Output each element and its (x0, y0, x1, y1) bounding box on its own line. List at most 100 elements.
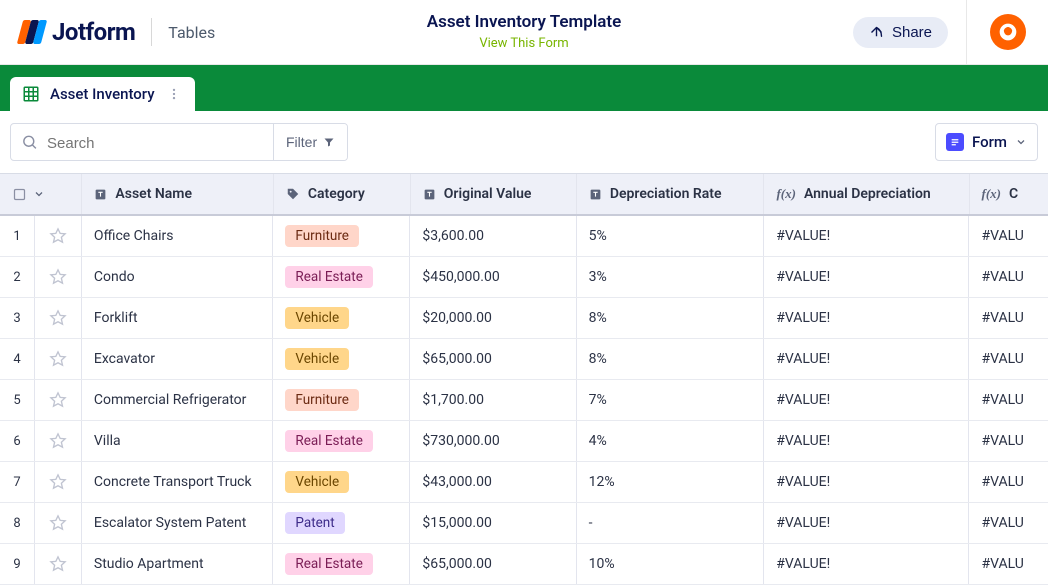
grid-icon (22, 85, 40, 103)
chevron-down-icon[interactable] (33, 188, 45, 200)
cell-category[interactable]: Furniture (273, 216, 410, 256)
cell-asset-name[interactable]: Escalator System Patent (82, 503, 274, 543)
cell-annual-depreciation[interactable]: #VALUE! (764, 216, 969, 256)
tab-asset-inventory[interactable]: Asset Inventory (10, 77, 195, 111)
cell-original-value[interactable]: $3,600.00 (410, 216, 576, 256)
cell-depreciation-rate[interactable]: 4% (577, 421, 765, 461)
cell-current[interactable]: #VALU (969, 462, 1048, 502)
row-index: 2 (0, 257, 35, 297)
view-form-link[interactable]: View This Form (479, 36, 568, 51)
text-column-icon (589, 188, 602, 201)
cell-asset-name[interactable]: Office Chairs (82, 216, 274, 256)
col-header-category[interactable]: Category (274, 174, 411, 214)
cell-depreciation-rate[interactable]: 10% (577, 544, 765, 584)
cell-category[interactable]: Patent (273, 503, 410, 543)
star-button[interactable] (35, 257, 82, 297)
formula-column-icon: f(x) (982, 186, 1002, 202)
cell-current[interactable]: #VALU (969, 380, 1048, 420)
cell-annual-depreciation[interactable]: #VALUE! (764, 503, 969, 543)
cell-depreciation-rate[interactable]: 3% (577, 257, 765, 297)
row-index: 7 (0, 462, 35, 502)
cell-category[interactable]: Real Estate (273, 544, 410, 584)
cell-original-value[interactable]: $20,000.00 (410, 298, 576, 338)
cell-original-value[interactable]: $730,000.00 (410, 421, 576, 461)
cell-asset-name[interactable]: Concrete Transport Truck (82, 462, 274, 502)
cell-current[interactable]: #VALU (969, 298, 1048, 338)
row-index: 6 (0, 421, 35, 461)
cell-annual-depreciation[interactable]: #VALUE! (764, 339, 969, 379)
star-button[interactable] (35, 544, 82, 584)
avatar[interactable] (990, 14, 1026, 50)
cell-asset-name[interactable]: Excavator (82, 339, 274, 379)
cell-current[interactable]: #VALU (969, 421, 1048, 461)
cell-annual-depreciation[interactable]: #VALUE! (764, 544, 969, 584)
star-button[interactable] (35, 216, 82, 256)
divider (151, 18, 152, 46)
table-row[interactable]: 3 ForkliftVehicle$20,000.008%#VALUE!#VALU (0, 298, 1048, 339)
filter-button[interactable]: Filter (273, 124, 347, 160)
cell-category[interactable]: Real Estate (273, 257, 410, 297)
cell-current[interactable]: #VALU (969, 544, 1048, 584)
cell-current[interactable]: #VALU (969, 503, 1048, 543)
cell-asset-name[interactable]: Studio Apartment (82, 544, 274, 584)
table-row[interactable]: 1Office ChairsFurniture$3,600.005%#VALUE… (0, 216, 1048, 257)
cell-depreciation-rate[interactable]: 7% (577, 380, 765, 420)
col-header-original-value[interactable]: Original Value (411, 174, 577, 214)
cell-current[interactable]: #VALU (969, 216, 1048, 256)
star-button[interactable] (35, 380, 82, 420)
star-button[interactable] (35, 503, 82, 543)
checkbox-icon[interactable] (12, 187, 27, 202)
cell-annual-depreciation[interactable]: #VALUE! (764, 298, 969, 338)
cell-asset-name[interactable]: Commercial Refrigerator (82, 380, 274, 420)
share-button[interactable]: Share (853, 17, 948, 48)
cell-depreciation-rate[interactable]: 8% (577, 298, 765, 338)
table-row[interactable]: 9Studio ApartmentReal Estate$65,000.0010… (0, 544, 1048, 585)
cell-category[interactable]: Vehicle (273, 339, 410, 379)
form-view-dropdown[interactable]: Form (935, 123, 1038, 161)
col-header-annual-depreciation[interactable]: f(x) Annual Depreciation (764, 174, 969, 214)
cell-category[interactable]: Furniture (273, 380, 410, 420)
col-header-depreciation-rate[interactable]: Depreciation Rate (577, 174, 765, 214)
col-header-current[interactable]: f(x) C (970, 174, 1048, 214)
table-row[interactable]: 4ExcavatorVehicle$65,000.008%#VALUE!#VAL… (0, 339, 1048, 380)
cell-annual-depreciation[interactable]: #VALUE! (764, 257, 969, 297)
star-button[interactable] (35, 421, 82, 461)
cell-current[interactable]: #VALU (969, 339, 1048, 379)
cell-annual-depreciation[interactable]: #VALUE! (764, 421, 969, 461)
select-all-header[interactable] (0, 174, 82, 214)
cell-asset-name[interactable]: Forklift (82, 298, 274, 338)
cell-original-value[interactable]: $65,000.00 (410, 544, 576, 584)
star-button[interactable] (35, 462, 82, 502)
cell-category[interactable]: Vehicle (273, 462, 410, 502)
col-header-asset-name[interactable]: Asset Name (82, 174, 273, 214)
product-label[interactable]: Tables (168, 23, 215, 42)
cell-current[interactable]: #VALU (969, 257, 1048, 297)
cell-depreciation-rate[interactable]: 12% (577, 462, 765, 502)
star-button[interactable] (35, 339, 82, 379)
brand-logo[interactable]: Jotform (20, 18, 135, 46)
cell-original-value[interactable]: $43,000.00 (410, 462, 576, 502)
cell-category[interactable]: Vehicle (273, 298, 410, 338)
table-row[interactable]: 7 Concrete Transport TruckVehicle$43,000.… (0, 462, 1048, 503)
cell-depreciation-rate[interactable]: 8% (577, 339, 765, 379)
table-row[interactable]: 2 CondoReal Estate$450,000.003%#VALUE!#VA… (0, 257, 1048, 298)
search-input[interactable] (11, 135, 273, 152)
cell-original-value[interactable]: $1,700.00 (410, 380, 576, 420)
filter-label: Filter (286, 134, 317, 150)
cell-asset-name[interactable]: Villa (82, 421, 274, 461)
cell-depreciation-rate[interactable]: - (577, 503, 765, 543)
star-button[interactable] (35, 298, 82, 338)
cell-asset-name[interactable]: Condo (82, 257, 274, 297)
cell-annual-depreciation[interactable]: #VALUE! (764, 380, 969, 420)
cell-original-value[interactable]: $450,000.00 (410, 257, 576, 297)
table-row[interactable]: 6 VillaReal Estate$730,000.004%#VALUE!#VA… (0, 421, 1048, 462)
cell-original-value[interactable]: $65,000.00 (410, 339, 576, 379)
row-index: 3 (0, 298, 35, 338)
tab-more-button[interactable] (165, 86, 183, 102)
table-row[interactable]: 8Escalator System PatentPatent$15,000.00… (0, 503, 1048, 544)
table-row[interactable]: 5Commercial RefrigeratorFurniture$1,700.… (0, 380, 1048, 421)
cell-original-value[interactable]: $15,000.00 (410, 503, 576, 543)
cell-annual-depreciation[interactable]: #VALUE! (764, 462, 969, 502)
cell-depreciation-rate[interactable]: 5% (577, 216, 765, 256)
cell-category[interactable]: Real Estate (273, 421, 410, 461)
